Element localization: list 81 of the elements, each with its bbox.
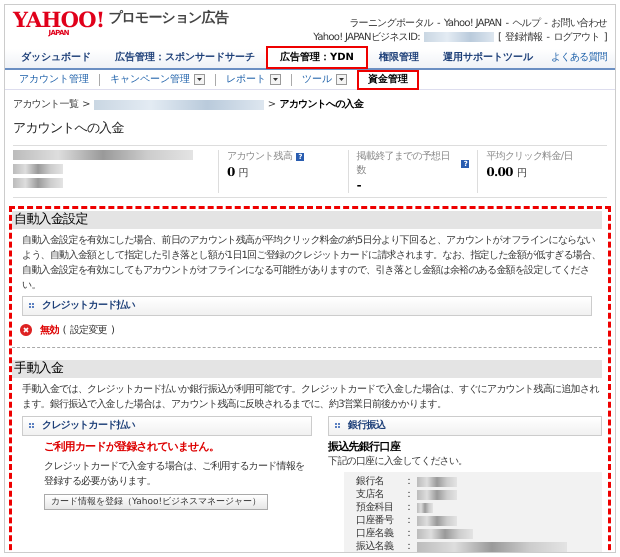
panel-title: クレジットカード払い	[42, 299, 136, 313]
field-separator: ：	[404, 540, 414, 552]
account-link[interactable]: ログアウト	[553, 30, 600, 44]
link-separator: -	[546, 30, 550, 44]
business-id-label: Yahoo! JAPANビジネスID:	[313, 30, 420, 44]
redacted-account-info	[13, 178, 63, 188]
logo-text: YAHOO!	[13, 9, 104, 30]
subnav-tab[interactable]: ツール	[292, 70, 357, 88]
description-text: クレジットカードで入金する場合は、ご利用するカード情報を登録する必要があります。	[44, 460, 306, 490]
header-link[interactable]: ラーニングポータル	[349, 17, 433, 30]
redacted-id	[424, 32, 494, 42]
product-title: プロモーション広告	[108, 9, 228, 28]
subnav-tab[interactable]: アカウント管理	[9, 70, 99, 88]
redacted-value	[417, 476, 458, 487]
redacted-value	[417, 516, 458, 526]
field-separator: ：	[404, 475, 414, 488]
header-link[interactable]: お問い合わせ	[551, 17, 607, 30]
nav-tab[interactable]: 権限管理	[366, 48, 431, 68]
header-link[interactable]: Yahoo! JAPAN	[444, 17, 502, 30]
section-heading: 自動入金設定	[12, 211, 602, 230]
stat-label: アカウント残高	[227, 150, 292, 164]
link-bracket: )	[111, 324, 114, 338]
register-card-button[interactable]: カード情報を登録（Yahoo!ビジネスマネージャー）	[44, 494, 268, 510]
subnav-tab[interactable]: 資金管理	[358, 70, 418, 88]
description-text: 下記の口座に入金してください。	[328, 454, 469, 468]
bank-field-label: 口座番号	[356, 514, 394, 528]
bullet-icon	[335, 423, 340, 428]
redacted-value	[417, 528, 474, 539]
dropdown-icon[interactable]	[270, 74, 281, 85]
bullet-icon	[29, 303, 34, 308]
bracket: [	[498, 30, 502, 44]
subnav-tab[interactable]: レポート	[216, 70, 291, 88]
nav-tab[interactable]: 広告管理：YDN	[267, 47, 367, 68]
stat-value: 0	[227, 164, 235, 180]
field-separator: ：	[404, 514, 414, 528]
section-heading: 手動入金	[12, 360, 602, 378]
subnav-tab[interactable]: キャンペーン管理	[100, 70, 215, 88]
page-title: アカウントへの入金	[12, 120, 125, 138]
stat-label: 平均クリック料金/日	[486, 150, 573, 164]
description-text: 自動入金設定を有効にした場合、前日のアカウント残高が平均クリック料金の約5日分より下回ると、アカウントがオフラインにならないよう、自動入金額として指定した引き落とし額が1日1回ご登録のクレジットカードに請求されます。なお、指定した金額が低すぎる場合、自動入金設定を有効にしてもアカウントがオフラインになる可能性がありますので、引き落とし金額は余裕のある金額を設定してください。	[21, 234, 602, 294]
stat-value: 0.00	[486, 164, 513, 180]
panel-title: クレジットカード払い	[42, 419, 136, 433]
link-separator: -	[436, 17, 440, 30]
panel-title: 銀行振込	[348, 419, 386, 433]
bank-field-label: 支店名	[356, 488, 385, 502]
description-text: 手動入金では、クレジットカード払いか銀行振込が利用可能です。クレジットカードで入金した場合は、すぐにアカウント残高に追加されます。銀行振込で入金した場合は、アカウント残高に反映されるまでに、約3営業日前後かかります。	[21, 382, 600, 412]
bracket: ]	[604, 30, 607, 44]
link-bracket: (	[62, 324, 66, 338]
header-link[interactable]: ヘルプ	[512, 17, 540, 30]
breadcrumb-link[interactable]: アカウント一覧	[13, 98, 78, 112]
account-link[interactable]: 登録情報	[505, 30, 542, 44]
settings-change-link[interactable]: 設定変更	[70, 324, 108, 338]
bank-field-label: 振込名義	[356, 540, 394, 552]
nav-tab[interactable]: 広告管理：スポンサードサーチ	[103, 48, 267, 68]
breadcrumb-separator: >	[82, 98, 90, 112]
bank-field-label: 銀行名	[356, 475, 385, 488]
faq-link[interactable]: よくある質問	[551, 48, 611, 68]
nav-tab[interactable]: ダッシュボード	[9, 48, 103, 68]
stat-label: 掲載終了までの予想日数	[356, 150, 451, 178]
link-separator: -	[544, 17, 548, 30]
redacted-account-info	[13, 164, 63, 174]
redacted-value	[417, 490, 458, 500]
bank-field-label: 口座名義	[356, 527, 394, 540]
currency-unit: 円	[238, 166, 248, 180]
redacted-value	[417, 502, 434, 513]
status-label: 無効	[40, 324, 59, 338]
warning-text: ご利用カードが登録されていません。	[44, 440, 220, 455]
bullet-icon	[29, 423, 34, 428]
dropdown-icon[interactable]	[194, 74, 205, 85]
bank-subheading: 振込先銀行口座	[328, 440, 402, 455]
currency-unit: 円	[516, 166, 526, 180]
field-separator: ：	[404, 527, 414, 540]
stat-value: -	[356, 177, 361, 194]
field-separator: ：	[404, 501, 414, 514]
link-separator: -	[505, 17, 508, 30]
breadcrumb-current: アカウントへの入金	[279, 98, 364, 112]
bank-field-label: 預金科目	[356, 501, 394, 514]
nav-tab[interactable]: 運用サポートツール	[430, 48, 545, 68]
field-separator: ：	[404, 488, 414, 502]
breadcrumb-separator: >	[268, 98, 276, 112]
dropdown-icon[interactable]	[336, 74, 347, 85]
